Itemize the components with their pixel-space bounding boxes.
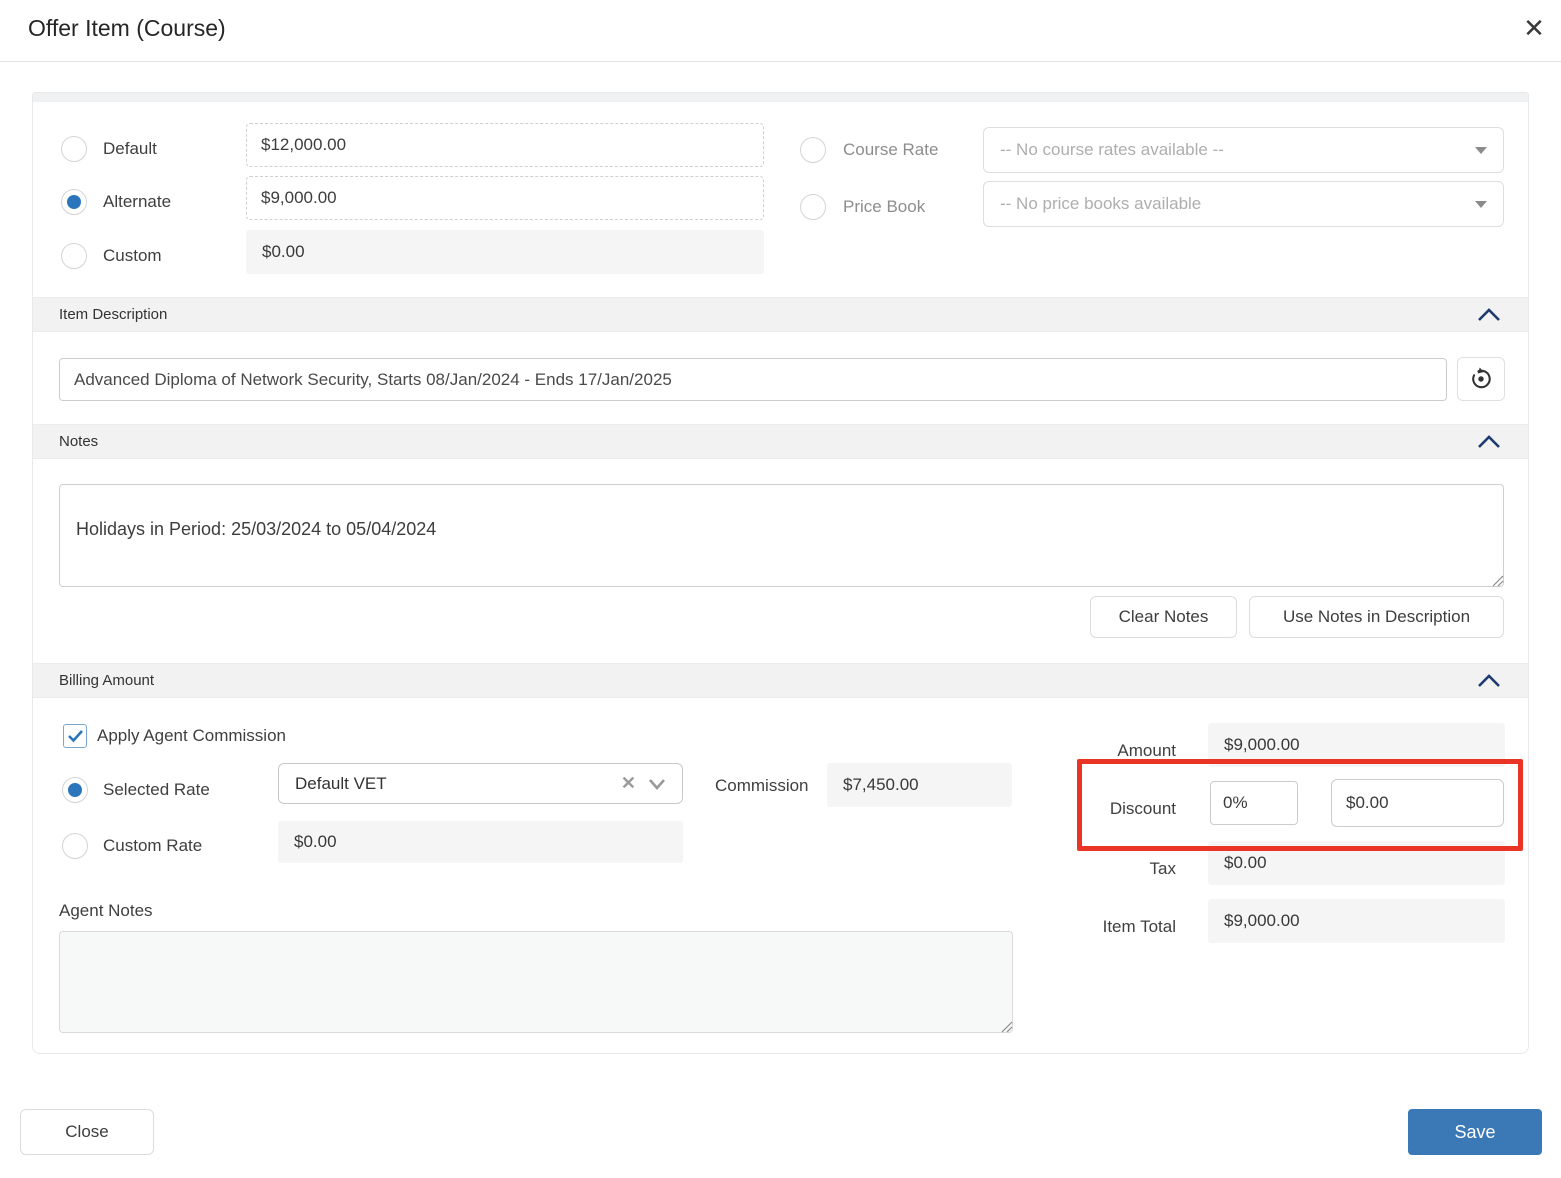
chevron-down-icon [1475, 147, 1487, 154]
radio-course-rate[interactable] [800, 137, 826, 163]
commission-field: $7,450.00 [827, 763, 1012, 807]
custom-rate-field: $0.00 [278, 821, 683, 863]
course-rate-placeholder: -- No course rates available -- [1000, 140, 1467, 160]
agent-rate-value: Default VET [295, 774, 621, 794]
chevron-down-icon [1475, 201, 1487, 208]
use-notes-in-description-button[interactable]: Use Notes in Description [1249, 596, 1504, 638]
billing-amount-header: Billing Amount [33, 663, 1528, 698]
item-description-title: Item Description [59, 306, 1476, 323]
notes-header: Notes [33, 424, 1528, 459]
billing-amount-title: Billing Amount [59, 672, 1476, 689]
amount-field: $9,000.00 [1208, 723, 1505, 767]
tax-field: $0.00 [1208, 841, 1505, 885]
checkmark-icon [67, 729, 84, 743]
radio-alternate-price[interactable] [61, 189, 87, 215]
chevron-up-icon[interactable] [1476, 307, 1502, 323]
price-book-label: Price Book [843, 197, 925, 217]
agent-notes-label: Agent Notes [59, 901, 153, 921]
close-icon[interactable]: ✕ [1518, 12, 1550, 44]
clear-notes-button[interactable]: Clear Notes [1090, 596, 1237, 638]
price-book-select[interactable]: -- No price books available [983, 181, 1504, 227]
dialog-body-panel: Default Alternate Custom $0.00 Course Ra… [32, 92, 1529, 1054]
apply-agent-commission-label: Apply Agent Commission [97, 726, 286, 746]
custom-price-field: $0.00 [246, 230, 764, 274]
chevron-up-icon[interactable] [1476, 434, 1502, 450]
discount-percent-input[interactable] [1210, 781, 1298, 825]
history-restore-icon [1468, 366, 1494, 392]
header-divider [0, 61, 1561, 62]
offer-item-dialog: Offer Item (Course) ✕ Default Alternate … [0, 0, 1561, 1178]
item-total-field: $9,000.00 [1208, 899, 1505, 943]
agent-notes-textarea[interactable] [59, 931, 1013, 1033]
course-rate-label: Course Rate [843, 140, 938, 160]
tax-label: Tax [1076, 859, 1176, 879]
radio-default-price[interactable] [61, 136, 87, 162]
agent-rate-select[interactable]: Default VET ✕ [278, 763, 683, 804]
selected-rate-label: Selected Rate [103, 780, 210, 800]
commission-label: Commission [715, 776, 809, 796]
item-description-header: Item Description [33, 297, 1528, 332]
radio-selected-rate[interactable] [62, 777, 88, 803]
page-title: Offer Item (Course) [28, 15, 226, 42]
default-price-label: Default [103, 139, 157, 159]
alternate-price-label: Alternate [103, 192, 171, 212]
collapsed-section-sliver [33, 93, 1528, 102]
radio-custom-rate[interactable] [62, 833, 88, 859]
item-total-label: Item Total [1076, 917, 1176, 937]
custom-rate-label: Custom Rate [103, 836, 202, 856]
default-price-input[interactable] [246, 123, 764, 167]
discount-label: Discount [1076, 799, 1176, 819]
custom-price-label: Custom [103, 246, 162, 266]
save-button[interactable]: Save [1408, 1109, 1542, 1155]
discount-amount-input[interactable] [1331, 779, 1504, 827]
chevron-down-icon [648, 778, 666, 790]
restore-description-button[interactable] [1457, 357, 1505, 401]
chevron-up-icon[interactable] [1476, 673, 1502, 689]
clear-selection-icon[interactable]: ✕ [621, 773, 636, 794]
amount-label: Amount [1076, 741, 1176, 761]
alternate-price-input[interactable] [246, 176, 764, 220]
notes-title: Notes [59, 433, 1476, 450]
price-book-placeholder: -- No price books available [1000, 194, 1467, 214]
item-description-input[interactable] [59, 358, 1447, 401]
apply-agent-commission-checkbox[interactable] [63, 724, 87, 748]
radio-price-book[interactable] [800, 194, 826, 220]
notes-textarea[interactable]: Holidays in Period: 25/03/2024 to 05/04/… [59, 484, 1504, 587]
course-rate-select[interactable]: -- No course rates available -- [983, 127, 1504, 173]
radio-custom-price[interactable] [61, 243, 87, 269]
close-button[interactable]: Close [20, 1109, 154, 1155]
